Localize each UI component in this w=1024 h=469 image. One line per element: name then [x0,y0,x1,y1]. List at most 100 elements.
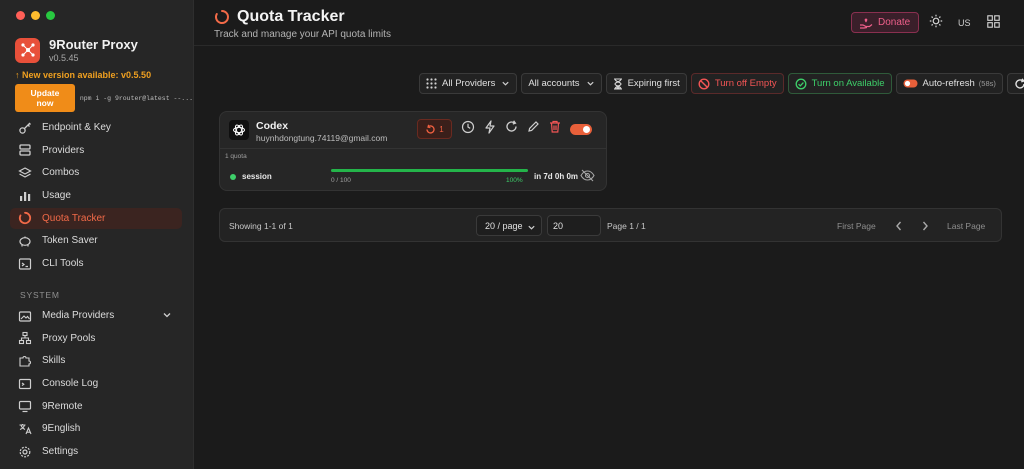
sidebar-item-console-log[interactable]: Console Log [10,373,182,394]
eye-off-icon[interactable] [580,169,595,187]
refresh-button[interactable] [1006,73,1024,94]
sidebar-item-label: Token Saver [42,235,98,247]
sidebar-item-label: Combos [42,167,80,179]
sidebar-item-label: Media Providers [42,310,115,321]
first-page-button[interactable]: First Page [837,221,876,231]
terminal-icon [18,257,32,271]
pagination-bar: Showing 1-1 of 1 20 / page Page 1 / 1 Fi… [219,208,1002,242]
edit-pencil-icon[interactable] [527,120,540,138]
brand-version: v0.5.45 [49,53,79,63]
auto-refresh-label: Auto-refresh [922,78,975,89]
sidebar-item-label: Proxy Pools [42,332,96,344]
account-provider-name: Codex [256,120,289,132]
providers-filter-label: All Providers [442,78,496,89]
maximize-window-button[interactable] [46,11,55,20]
lightning-icon[interactable] [484,119,496,139]
donate-button[interactable]: Donate [851,12,920,33]
accounts-filter-label: All accounts [528,78,580,89]
quota-count: 1 quota [225,153,247,160]
turn-off-empty-button[interactable]: Turn off Empty [690,73,784,94]
hourglass-icon [613,77,622,90]
close-window-button[interactable] [16,11,25,20]
provider-account-card: Codex huynhdongtung.74119@gmail.com 1 1 … [219,111,607,191]
server-icon [18,143,32,157]
account-enabled-toggle[interactable] [570,123,592,135]
sun-icon[interactable] [929,14,943,33]
quota-toolbar: All Providers All accounts Expiring firs… [419,73,1024,94]
refresh-icon[interactable] [505,120,518,138]
sort-expiring-first-button[interactable]: Expiring first [605,73,687,94]
sidebar-item-label: CLI Tools [42,258,84,270]
sidebar-item-usage[interactable]: Usage [10,185,182,206]
ban-icon [698,77,710,90]
quota-progress-fill [331,169,528,172]
sidebar-item-label: Console Log [42,378,99,390]
chevron-right-icon[interactable] [920,219,930,237]
turn-on-available-label: Turn on Available [811,78,885,89]
chevron-down-icon [586,81,594,86]
accounts-filter-select[interactable]: All accounts [521,73,602,94]
last-page-button[interactable]: Last Page [947,221,985,231]
quota-ring-icon [18,211,32,225]
main-nav: Endpoint & Key Providers Combos Usage Qu… [10,117,182,276]
chevron-left-icon[interactable] [894,219,904,237]
sidebar-item-label: Quota Tracker [42,212,106,224]
sidebar-item-skills[interactable]: Skills [10,350,182,371]
sidebar-item-settings[interactable]: Settings [10,441,182,462]
minimize-window-button[interactable] [31,11,40,20]
page-size-input[interactable] [547,215,601,236]
openai-logo-icon [229,120,249,140]
network-icon [18,331,32,345]
media-icon [18,309,32,323]
system-section-label: SYSTEM [20,290,60,300]
grid-dots-icon [426,78,437,89]
sidebar-item-9remote[interactable]: 9Remote [10,396,182,417]
sidebar-item-cli-tools[interactable]: CLI Tools [10,253,182,274]
sidebar-item-token-saver[interactable]: Token Saver [10,230,182,251]
brand-logo-icon [15,37,40,63]
sidebar: 9Router Proxy v0.5.45 ↑ New version avai… [0,0,194,469]
auto-refresh-interval: (58s) [978,79,996,88]
quota-reset-time: in 7d 0h 0m [534,172,579,181]
quota-name: session [242,172,272,181]
reset-count: 1 [439,124,444,134]
sidebar-item-label: 9Remote [42,400,83,412]
sidebar-item-providers[interactable]: Providers [10,140,182,161]
sidebar-item-label: Skills [42,355,66,367]
sidebar-item-media-providers[interactable]: Media Providers [10,305,182,326]
quota-status-dot [230,174,236,180]
sidebar-item-combos[interactable]: Combos [10,162,182,183]
card-actions: 1 [417,119,592,139]
trash-icon[interactable] [549,120,561,138]
page-header: Quota Tracker Track and manage your API … [194,0,1024,46]
turn-on-available-button[interactable]: Turn on Available [787,73,892,94]
brand: 9Router Proxy v0.5.45 [15,37,138,63]
new-version-notice: ↑ New version available: v0.5.50 [15,70,152,80]
chevron-down-icon[interactable] [162,310,172,323]
update-now-button[interactable]: Update now [15,84,75,112]
update-command[interactable]: npm i -g 9router@latest --... [80,95,193,102]
page-title-text: Quota Tracker [237,8,345,25]
app-window: 9Router Proxy v0.5.45 ↑ New version avai… [0,0,1024,469]
sidebar-item-endpoint-key[interactable]: Endpoint & Key [10,117,182,138]
sidebar-item-label: 9English [42,423,81,435]
check-circle-icon [795,78,807,89]
window-controls [16,11,55,20]
apps-grid-icon[interactable] [987,15,1000,33]
sidebar-item-label: Usage [42,190,71,202]
quota-ring-icon [214,9,230,25]
sidebar-item-9english[interactable]: 9English [10,418,182,439]
toggle-icon [903,79,917,88]
sidebar-item-proxy-pools[interactable]: Proxy Pools [10,328,182,349]
system-nav: Media Providers Proxy Pools Skills Conso… [10,305,182,464]
sidebar-item-label: Providers [42,144,85,156]
auto-refresh-toggle[interactable]: Auto-refresh (58s) [895,73,1003,94]
language-selector[interactable]: US [958,18,971,28]
per-page-select[interactable]: 20 / page [476,215,542,236]
account-email: huynhdongtung.74119@gmail.com [256,133,388,143]
clock-icon[interactable] [461,120,475,139]
sidebar-item-quota-tracker[interactable]: Quota Tracker [10,207,182,229]
reset-count-badge[interactable]: 1 [417,119,452,139]
providers-filter-select[interactable]: All Providers [419,73,518,94]
console-icon [18,377,32,391]
